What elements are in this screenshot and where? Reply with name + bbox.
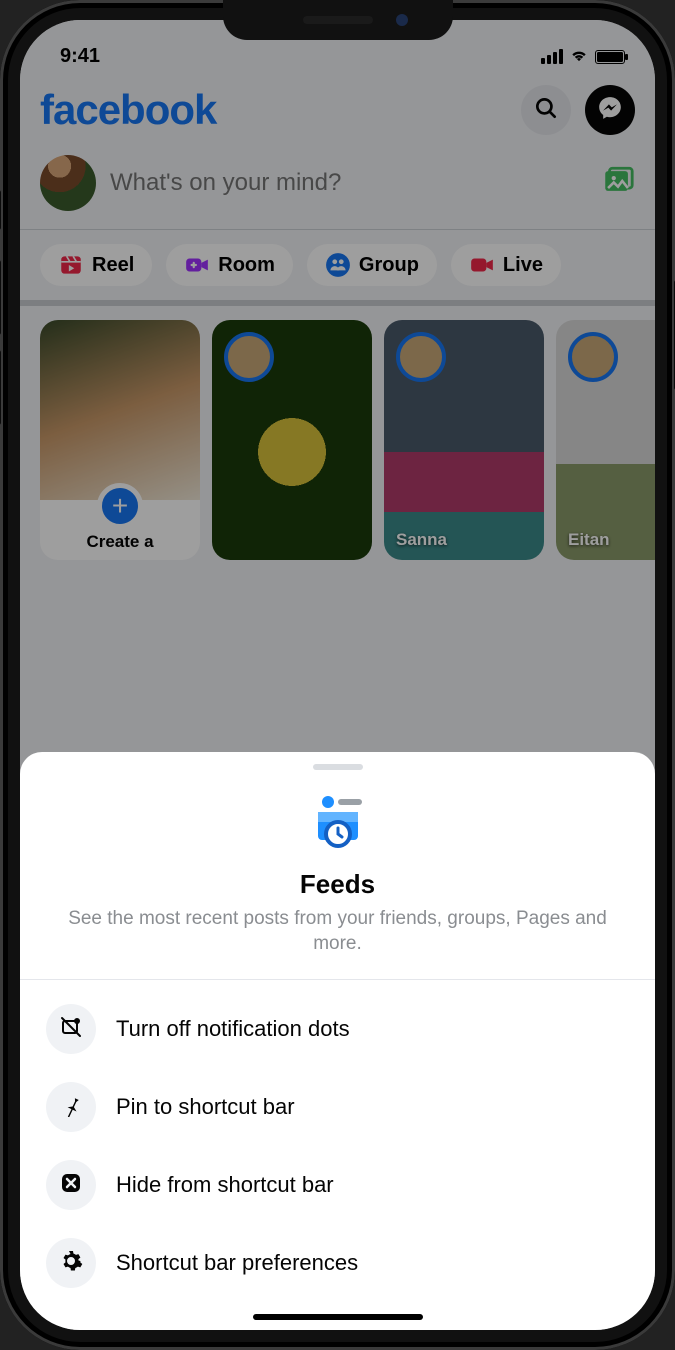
notification-off-icon (59, 1015, 83, 1044)
device-notch (223, 0, 453, 40)
device-frame: 9:41 facebook (0, 0, 675, 1350)
option-pin-to-shortcut-bar[interactable]: Pin to shortcut bar (20, 1068, 655, 1146)
pin-icon (59, 1093, 83, 1122)
screen: 9:41 facebook (20, 20, 655, 1330)
sheet-grabber[interactable] (313, 764, 363, 770)
sheet-title: Feeds (300, 869, 375, 900)
option-label: Hide from shortcut bar (116, 1172, 334, 1198)
option-label: Turn off notification dots (116, 1016, 350, 1042)
sheet-description: See the most recent posts from your frie… (50, 906, 625, 957)
feeds-icon (306, 790, 370, 855)
close-square-icon (59, 1171, 83, 1200)
home-indicator[interactable] (253, 1314, 423, 1320)
gear-icon (59, 1249, 83, 1278)
option-label: Pin to shortcut bar (116, 1094, 295, 1120)
option-shortcut-bar-preferences[interactable]: Shortcut bar preferences (20, 1224, 655, 1302)
option-hide-from-shortcut-bar[interactable]: Hide from shortcut bar (20, 1146, 655, 1224)
option-label: Shortcut bar preferences (116, 1250, 358, 1276)
feeds-action-sheet: Feeds See the most recent posts from you… (20, 752, 655, 1330)
option-turn-off-notification-dots[interactable]: Turn off notification dots (20, 990, 655, 1068)
